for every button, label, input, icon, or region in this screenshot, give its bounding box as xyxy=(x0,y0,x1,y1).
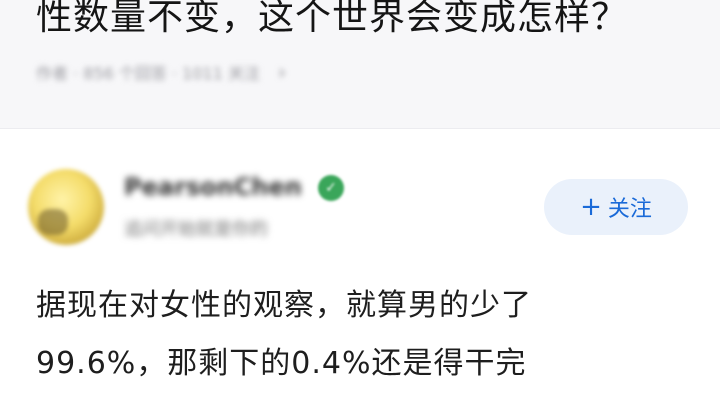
author-bio: 追问开始就是你的 xyxy=(124,219,268,240)
answer-text-line: 99.6%，那剩下的0.4%还是得干完 xyxy=(36,346,527,381)
follow-button[interactable]: + 关注 xyxy=(544,179,688,235)
author-name[interactable]: PearsonChen xyxy=(124,173,302,201)
question-meta-text: 作者 · 856 个回答 · 1011 关注 xyxy=(36,64,260,83)
avatar-image xyxy=(38,209,68,235)
follow-button-label: 关注 xyxy=(607,197,652,222)
plus-icon: + xyxy=(580,192,602,222)
question-meta[interactable]: 作者 · 856 个回答 · 1011 关注 › xyxy=(36,60,286,84)
avatar[interactable] xyxy=(28,169,104,245)
chevron-right-icon: › xyxy=(277,60,286,84)
page: 性数量不变，这个世界会变成怎样？ 作者 · 856 个回答 · 1011 关注 … xyxy=(0,0,720,405)
answer-body[interactable]: 据现在对女性的观察，就算男的少了 99.6%，那剩下的0.4%还是得干完 xyxy=(36,277,696,393)
verified-badge-icon: ✓ xyxy=(318,175,344,201)
question-header: 性数量不变，这个世界会变成怎样？ 作者 · 856 个回答 · 1011 关注 … xyxy=(0,0,720,128)
question-title[interactable]: 性数量不变，这个世界会变成怎样？ xyxy=(36,0,628,42)
answer-text-line: 据现在对女性的观察，就算男的少了 xyxy=(36,288,532,323)
answer-card: PearsonChen ✓ 追问开始就是你的 + 关注 据现在对女性的观察，就算… xyxy=(0,129,720,405)
